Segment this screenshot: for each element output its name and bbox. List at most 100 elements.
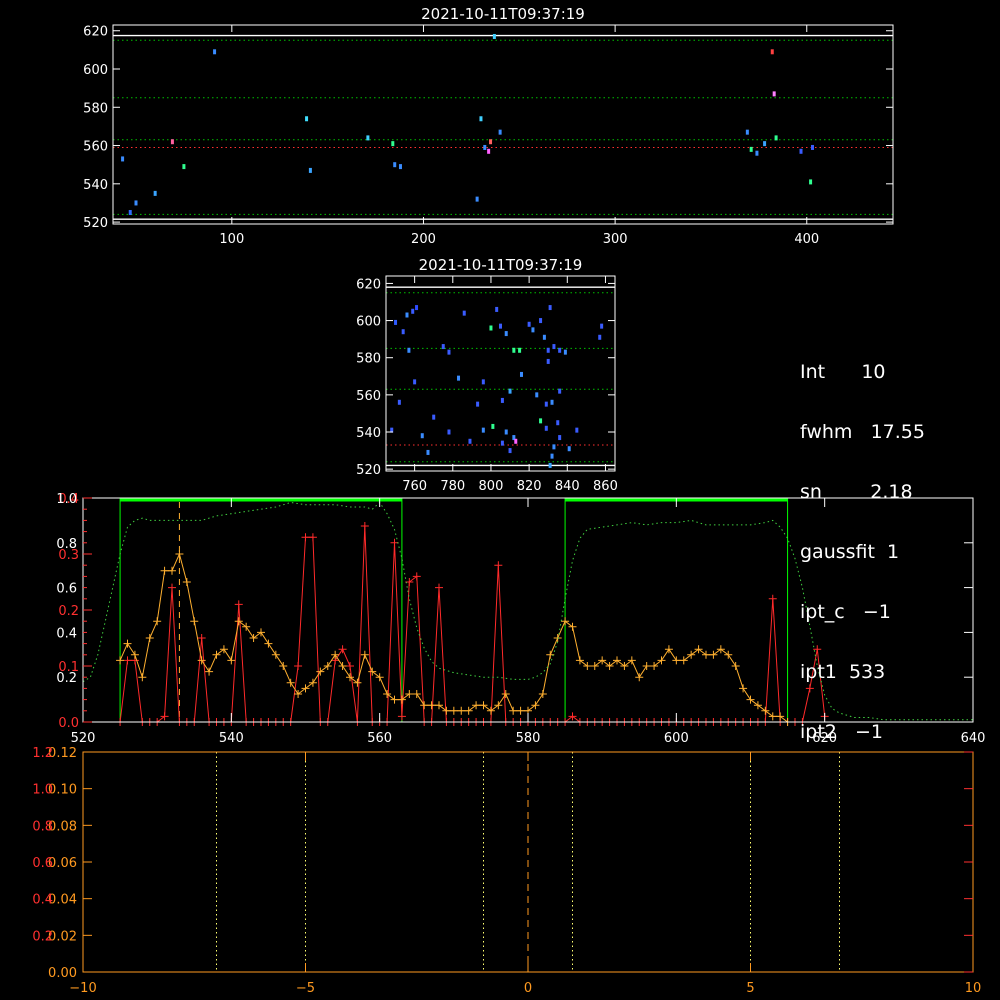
- spectrum-series-2-point: [709, 650, 718, 659]
- spectrum-series-2-point: [702, 650, 710, 659]
- spectrum-series-2-point: [420, 701, 429, 710]
- scatter1-point: [749, 146, 753, 152]
- spectrum-series-2-point: [531, 701, 540, 710]
- spectrum-series-2-point: [568, 622, 577, 631]
- spectrum-series-2-point: [383, 690, 392, 698]
- spectrum-series-2-point: [286, 678, 295, 687]
- spectrum-series-2-point: [279, 662, 288, 670]
- scatter1-y-tick-label: 520: [83, 216, 108, 231]
- spectrum-x-tick-label: 520: [71, 731, 96, 746]
- scatter2-point: [552, 444, 556, 450]
- scatter1-point: [479, 116, 483, 122]
- scatter2-y-tick-label: 620: [356, 277, 381, 292]
- spectrum-series-2-point: [657, 656, 666, 665]
- spectrum-series-2-point: [257, 628, 265, 637]
- spectrum-series-2-point: [746, 695, 755, 704]
- scatter2-point: [508, 448, 512, 454]
- spectrum-series-2-point: [234, 617, 243, 626]
- spectrum-left-y-tick-label: 0.0: [58, 716, 79, 731]
- scatter1-point: [398, 164, 402, 170]
- offset-x-tick-label: 10: [965, 981, 982, 996]
- scatter1-x-tick-label: 100: [219, 232, 244, 247]
- scatter2-frame: [385, 275, 616, 472]
- scatter2-point: [544, 425, 548, 431]
- scatter1-y-tick-label: 540: [83, 178, 108, 193]
- spectrum-series-1-point: [346, 662, 354, 670]
- scatter1-y-tick-label: 580: [83, 101, 108, 116]
- info-ipt2: ipt2 −1: [800, 721, 884, 743]
- scatter2-point: [514, 438, 518, 444]
- spectrum-series-2-point: [716, 645, 725, 654]
- info-ipt1: ipt1 533: [800, 661, 886, 683]
- spectrum-series-2-point: [605, 662, 614, 670]
- scatter2-point: [500, 397, 504, 403]
- spectrum-series-1-line: [119, 525, 826, 723]
- spectrum-series-2-point: [338, 662, 347, 670]
- spectrum-series-2-point: [479, 701, 488, 710]
- spectrum-series-2-point: [405, 690, 414, 698]
- spectrum-series-2-point: [627, 656, 636, 665]
- spectrum-series-2-point: [160, 566, 169, 575]
- scatter2-point: [548, 462, 552, 468]
- spectrum-series-1-point: [568, 712, 577, 721]
- spectrum-series-2-point: [346, 673, 354, 682]
- spectrum-series-1-point: [412, 572, 421, 581]
- spectrum-series-2-point: [464, 706, 473, 715]
- spectrum-right-y-tick-label: 0.6: [56, 582, 77, 597]
- offset-right-y-tick-label: 1.0: [32, 783, 53, 798]
- spectrum-series-2-point: [724, 650, 733, 659]
- spectrum-series-2-point: [331, 650, 340, 659]
- spectrum-series-2-point: [153, 617, 162, 626]
- spectrum-series-2-point: [620, 662, 629, 670]
- scatter2-point: [405, 312, 409, 318]
- offset-right-y-tick-label: 0.8: [32, 819, 53, 834]
- scatter2-point: [476, 401, 480, 407]
- scatter2-point: [415, 305, 419, 311]
- spectrum-series-2-point: [360, 650, 369, 659]
- scatter2-point: [558, 388, 562, 394]
- scatter2-point: [563, 349, 567, 355]
- scatter2-point: [441, 344, 445, 350]
- scatter2-x-tick-label: 840: [555, 479, 580, 494]
- scatter2-point: [539, 418, 543, 424]
- spectrum-series-2-point: [168, 566, 176, 575]
- spectrum-series-1-point: [168, 583, 176, 592]
- spectrum-series-2-point: [116, 656, 125, 665]
- scatter1-point: [772, 91, 776, 97]
- spectrum-series-2-point: [427, 701, 436, 710]
- spectrum-series-2-point: [679, 656, 688, 665]
- scatter2-point: [550, 453, 554, 459]
- spectrum-series-2-point: [739, 684, 748, 693]
- spectrum-series-2-point: [501, 690, 510, 698]
- spectrum-left-y-tick-label: 0.2: [58, 604, 79, 619]
- spectrum-series-2-point: [575, 656, 584, 665]
- scatter2-point: [598, 334, 602, 340]
- scatter2-x-tick-label: 780: [440, 479, 465, 494]
- spectrum-series-2-point: [219, 645, 228, 654]
- scatter1-point: [128, 210, 132, 216]
- scatter1-point: [809, 179, 813, 185]
- spectrum-series-2-point: [613, 656, 621, 665]
- spectrum-series-2-point: [583, 662, 592, 670]
- scatter2-point: [401, 329, 405, 335]
- offset-x-tick-label: −10: [69, 981, 96, 996]
- spectrum-series-2-point: [353, 678, 362, 687]
- scatter2-point: [567, 446, 571, 452]
- spectrum-series-2-point: [197, 656, 206, 665]
- info-int: Int 10: [800, 361, 886, 383]
- info-ipt-c: ipt_c −1: [800, 601, 891, 623]
- spectrum-series-2-point: [145, 634, 154, 642]
- offset-x-tick-label: −5: [296, 981, 315, 996]
- spectrum-series-2-point: [776, 712, 785, 721]
- offset-right-y-tick-label: 0.6: [32, 856, 53, 871]
- spectrum-series-2-point: [323, 662, 332, 670]
- scatter2-point: [426, 449, 430, 455]
- offset-x-tick-label: 5: [746, 981, 754, 996]
- scatter1-point: [745, 129, 749, 135]
- scatter2-point: [575, 427, 579, 433]
- spectrum-series-2-point: [768, 712, 777, 721]
- scatter2-y-tick-label: 600: [356, 315, 381, 330]
- spectrum-series-2-point: [731, 662, 740, 670]
- scatter2-point: [420, 433, 424, 439]
- scatter2-point: [462, 310, 466, 316]
